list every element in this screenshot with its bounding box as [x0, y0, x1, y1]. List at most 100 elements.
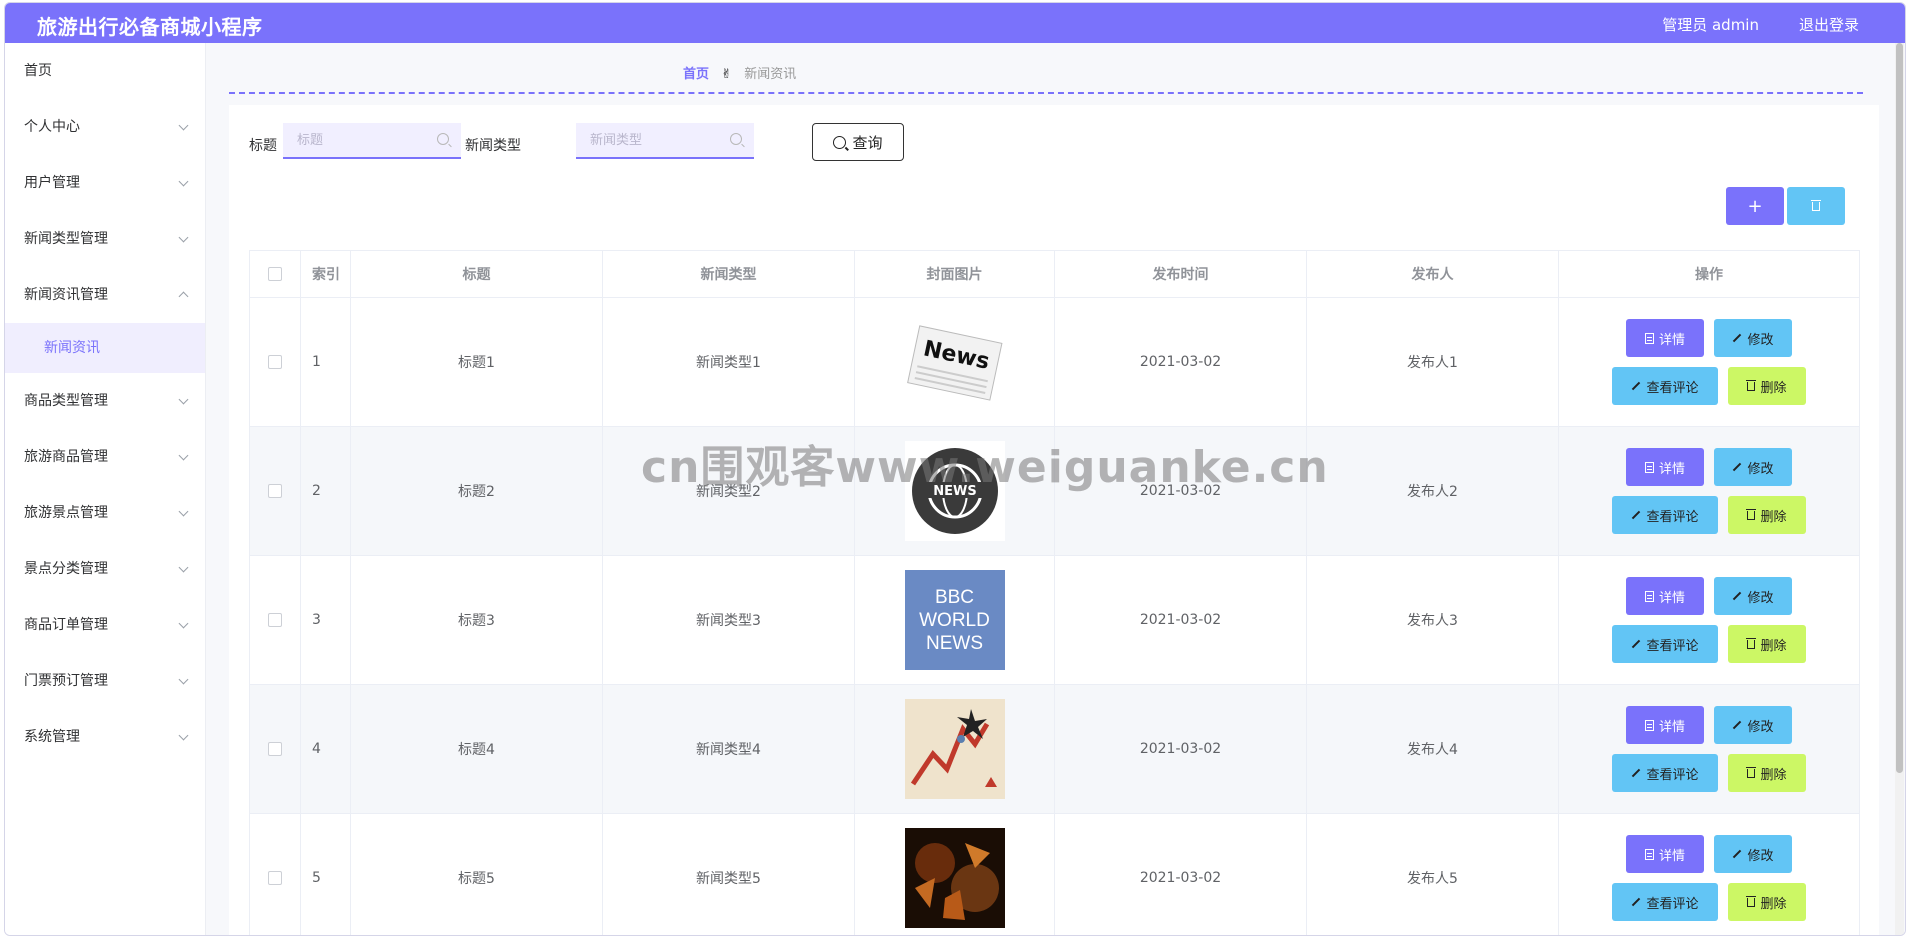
chevron-down-icon [178, 120, 189, 131]
row-select-cell [249, 555, 301, 685]
batch-delete-button[interactable] [1787, 187, 1845, 225]
edit-button[interactable]: 修改 [1714, 448, 1792, 486]
edit-button[interactable]: 修改 [1714, 706, 1792, 744]
chevron-down-icon [178, 394, 189, 405]
sidebar-item-user-management[interactable]: 用户管理 [5, 155, 205, 211]
sidebar-item-label: 商品类型管理 [24, 393, 108, 409]
query-button[interactable]: 查询 [812, 123, 904, 161]
row-cover-cell [854, 684, 1055, 814]
sidebar-item-home[interactable]: 首页 [5, 43, 205, 99]
cover-text: BBC WORLD NEWS [919, 586, 990, 654]
trash-icon [1811, 199, 1821, 211]
edit-button[interactable]: 修改 [1714, 319, 1792, 357]
row-publisher: 发布人3 [1306, 555, 1559, 685]
breadcrumb-home[interactable]: 首页 [683, 67, 709, 82]
row-index: 3 [300, 555, 351, 685]
delete-button[interactable]: 删除 [1728, 625, 1806, 663]
type-search-input[interactable] [576, 123, 742, 157]
document-icon [1644, 719, 1654, 731]
row-index: 1 [300, 297, 351, 427]
bbc-world-news-image: BBC WORLD NEWS [904, 570, 1005, 670]
row-checkbox[interactable] [268, 355, 282, 369]
edit-icon [1632, 639, 1641, 649]
select-all-cell [249, 250, 301, 298]
table-row: 4 标题4 新闻类型4 2021-03-02 发布人4 详情 修改 查看评论 删… [249, 684, 1860, 814]
edit-button-label: 修改 [1747, 590, 1774, 606]
edit-icon [1632, 897, 1641, 907]
column-header-publisher: 发布人 [1306, 250, 1559, 298]
sidebar-item-system-management[interactable]: 系统管理 [5, 709, 205, 765]
sidebar-item-news-management[interactable]: 新闻资讯管理 [5, 267, 205, 323]
logout-link[interactable]: 退出登录 [1799, 14, 1859, 35]
chevron-down-icon [178, 730, 189, 741]
row-checkbox[interactable] [268, 871, 282, 885]
delete-button[interactable]: 删除 [1728, 754, 1806, 792]
detail-button[interactable]: 详情 [1626, 577, 1704, 615]
row-date: 2021-03-02 [1054, 813, 1307, 935]
title-search-field[interactable] [283, 123, 461, 159]
delete-button-label: 删除 [1760, 638, 1787, 654]
delete-button-label: 删除 [1760, 896, 1787, 912]
column-header-type: 新闻类型 [602, 250, 855, 298]
sidebar-item-product-type-management[interactable]: 商品类型管理 [5, 373, 205, 429]
app-title: 旅游出行必备商城小程序 [37, 15, 263, 39]
add-button[interactable]: + [1726, 187, 1784, 225]
row-actions: 详情 修改 查看评论 删除 [1558, 297, 1860, 427]
row-checkbox[interactable] [268, 742, 282, 756]
title-search-input[interactable] [283, 123, 449, 157]
delete-button[interactable]: 删除 [1728, 367, 1806, 405]
column-header-cover: 封面图片 [854, 250, 1055, 298]
delete-button[interactable]: 删除 [1728, 883, 1806, 921]
row-checkbox[interactable] [268, 613, 282, 627]
edit-icon [1632, 768, 1641, 778]
chevron-down-icon [178, 450, 189, 461]
edit-button[interactable]: 修改 [1714, 835, 1792, 873]
view-comments-button[interactable]: 查看评论 [1612, 625, 1718, 663]
sidebar-item-spot-category-management[interactable]: 景点分类管理 [5, 541, 205, 597]
column-header-index: 索引 [300, 250, 351, 298]
select-all-checkbox[interactable] [268, 267, 282, 281]
document-icon [1644, 461, 1654, 473]
detail-button[interactable]: 详情 [1626, 706, 1704, 744]
trash-icon [1746, 766, 1757, 778]
detail-button[interactable]: 详情 [1626, 835, 1704, 873]
column-header-actions: 操作 [1558, 250, 1860, 298]
edit-button[interactable]: 修改 [1714, 577, 1792, 615]
view-comments-button[interactable]: 查看评论 [1612, 883, 1718, 921]
chevron-up-icon [178, 291, 189, 302]
delete-button[interactable]: 删除 [1728, 496, 1806, 534]
detail-button[interactable]: 详情 [1626, 319, 1704, 357]
sidebar-item-scenic-spot-management[interactable]: 旅游景点管理 [5, 485, 205, 541]
edit-icon [1733, 591, 1742, 601]
view-comments-button[interactable]: 查看评论 [1612, 367, 1718, 405]
sidebar-item-order-management[interactable]: 商品订单管理 [5, 597, 205, 653]
edit-icon [1733, 462, 1742, 472]
app-window: 旅游出行必备商城小程序 管理员 admin 退出登录 首页 个人中心 用户管理 … [4, 2, 1906, 936]
row-type: 新闻类型5 [602, 813, 855, 935]
scrollbar-thumb[interactable] [1896, 43, 1903, 773]
row-actions: 详情 修改 查看评论 删除 [1558, 684, 1860, 814]
vertical-scrollbar[interactable] [1895, 43, 1904, 935]
sidebar-item-travel-product-management[interactable]: 旅游商品管理 [5, 429, 205, 485]
top-bar: 旅游出行必备商城小程序 管理员 admin 退出登录 [5, 3, 1905, 43]
sidebar-item-news-type-management[interactable]: 新闻类型管理 [5, 211, 205, 267]
detail-button-label: 详情 [1658, 719, 1685, 735]
detail-button[interactable]: 详情 [1626, 448, 1704, 486]
sidebar-subitem-news[interactable]: 新闻资讯 [5, 323, 205, 373]
row-index: 5 [300, 813, 351, 935]
row-select-cell [249, 297, 301, 427]
row-index: 4 [300, 684, 351, 814]
sidebar-item-personal-center[interactable]: 个人中心 [5, 99, 205, 155]
trash-icon [1746, 508, 1757, 520]
sidebar-item-ticket-booking-management[interactable]: 门票预订管理 [5, 653, 205, 709]
row-index: 2 [300, 426, 351, 556]
trash-icon [1746, 637, 1757, 649]
type-search-field[interactable] [576, 123, 754, 159]
view-comments-button[interactable]: 查看评论 [1612, 754, 1718, 792]
row-select-cell [249, 684, 301, 814]
row-checkbox[interactable] [268, 484, 282, 498]
view-comments-button[interactable]: 查看评论 [1612, 496, 1718, 534]
news-paper-image: News [904, 312, 1005, 412]
sidebar-item-label: 景点分类管理 [24, 561, 108, 577]
row-actions: 详情 修改 查看评论 删除 [1558, 426, 1860, 556]
